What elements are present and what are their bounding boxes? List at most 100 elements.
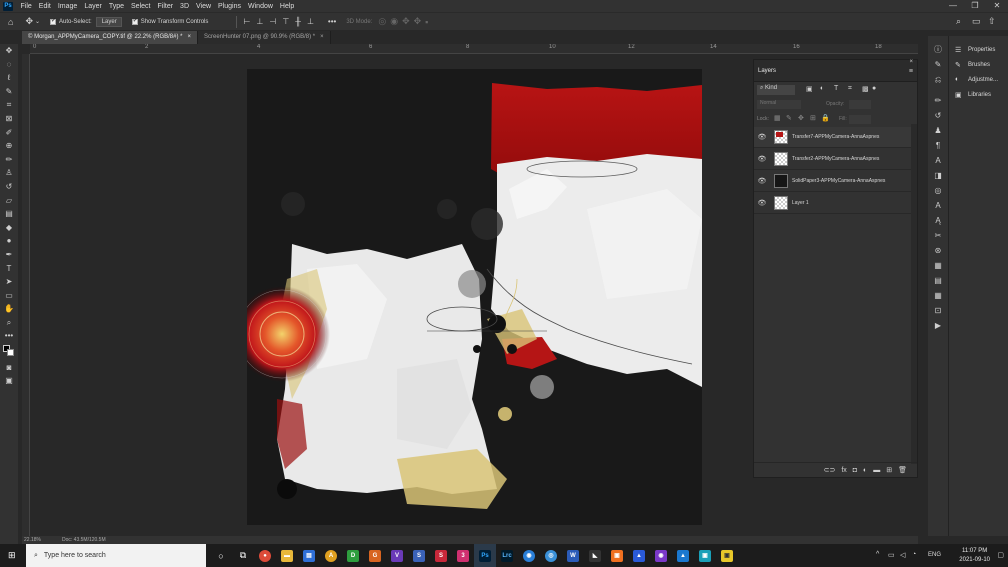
menu-3d[interactable]: 3D (177, 3, 193, 10)
menu-filter[interactable]: Filter (154, 3, 177, 10)
document-canvas[interactable] (247, 69, 702, 525)
layer-row-transfer2[interactable]: 👁 Transfer2-APPMyCamera-AnnaAspnes (754, 149, 912, 170)
taskbar-search-box[interactable]: ⌕ Type here to search (26, 544, 206, 567)
lock-position-icon[interactable]: ✥ (798, 114, 804, 122)
close-tab-icon[interactable]: × (320, 34, 324, 40)
align-bottom-icon[interactable]: ⊥ (307, 17, 314, 26)
move-tool-icon[interactable]: ✥ (25, 16, 33, 27)
app-icon-a[interactable]: A (320, 544, 342, 567)
menu-window[interactable]: Window (245, 3, 277, 10)
tab-screenhunter[interactable]: ScreenHunter 07.png @ 90.9% (RGB/8) * × (197, 31, 331, 44)
layer-name[interactable]: Transfer7-APPMyCamera-AnnaAspnes (792, 134, 879, 140)
stamp-tool-icon[interactable]: ♙ (0, 166, 18, 180)
lightroom-classic-icon[interactable]: Lrc (496, 544, 518, 567)
app-icon-blue[interactable]: ▤ (298, 544, 320, 567)
share-icon[interactable]: ⇧ (988, 16, 996, 27)
clock[interactable]: 11:07 PM 2021-09-10 (959, 547, 990, 565)
network-icon[interactable]: ▭ (888, 551, 895, 559)
app-icon-dark[interactable]: ◣ (584, 544, 606, 567)
adjustments-panel-tab[interactable]: ◐ Adjustme... (949, 72, 1008, 87)
close-icon[interactable]: × (909, 59, 913, 65)
app-icon-yellow[interactable]: ▣ (716, 544, 738, 567)
auto-select-checkbox[interactable] (50, 17, 56, 25)
gradient-tool-icon[interactable]: ▤ (0, 207, 18, 221)
paths-icon[interactable]: Ą (928, 213, 948, 228)
app-icon-purple[interactable]: ◉ (650, 544, 672, 567)
auto-select-option[interactable]: Auto-Select: (50, 17, 92, 25)
language-indicator[interactable]: ENG (928, 552, 941, 558)
zoom-level[interactable]: 22.18% (24, 537, 41, 543)
wifi-icon[interactable]: ◔ (912, 551, 916, 558)
app-icon-s[interactable]: S (408, 544, 430, 567)
clone-source-icon[interactable]: ⎌ (928, 72, 948, 87)
filter-type-icon[interactable]: T (834, 85, 838, 92)
close-tab-icon[interactable]: × (187, 34, 191, 40)
color-swatches[interactable] (0, 343, 18, 357)
app-icon-triangle[interactable]: ▲ (628, 544, 650, 567)
lasso-tool-icon[interactable]: ℓ (0, 71, 18, 85)
opacity-field[interactable] (849, 100, 871, 109)
table-icon[interactable]: ▦ (928, 288, 948, 303)
channels-icon[interactable]: ⊛ (928, 243, 948, 258)
layer-name[interactable]: SolidPaper3-APPMyCamera-AnnaAspnes (792, 178, 885, 184)
app-icon-globe[interactable]: ◎ (540, 544, 562, 567)
add-mask-icon[interactable]: ◘ (853, 467, 857, 474)
color-icon[interactable]: ◎ (928, 183, 948, 198)
3d-icon[interactable]: ⊡ (928, 303, 948, 318)
fill-field[interactable] (849, 115, 871, 124)
layer-filter-dropdown[interactable]: ⌕ Kind (757, 85, 795, 95)
zoom-tool-icon[interactable]: ⌕ (0, 316, 18, 330)
delete-layer-icon[interactable]: 🗑 (898, 466, 907, 474)
styles-icon[interactable]: ▤ (928, 273, 948, 288)
quick-mask-icon[interactable]: ◙ (0, 361, 18, 375)
filter-adjustment-icon[interactable]: ◐ (820, 85, 824, 92)
chevron-down-icon[interactable]: ⌄ (35, 18, 40, 25)
new-group-icon[interactable]: ▬ (873, 467, 880, 474)
align-center-icon[interactable]: ⊥ (256, 17, 263, 26)
auto-select-dropdown[interactable]: Layer (95, 16, 122, 27)
notifications-icon[interactable]: ▢ (997, 551, 1004, 559)
panel-menu-icon[interactable]: ≡ (909, 68, 913, 75)
menu-help[interactable]: Help (276, 3, 297, 10)
app-icon-photos[interactable]: ▲ (672, 544, 694, 567)
rectangle-tool-icon[interactable]: ▭ (0, 289, 18, 303)
lock-transparency-icon[interactable]: ▦ (774, 114, 781, 122)
windows-start-icon[interactable]: ⊞ (8, 550, 16, 561)
menu-edit[interactable]: Edit (35, 3, 54, 10)
home-icon[interactable]: ⌂ (8, 17, 13, 27)
brush-tool-icon[interactable]: ✏ (0, 153, 18, 167)
type-tool-icon[interactable]: T (0, 262, 18, 276)
character-style-icon[interactable]: A (928, 153, 948, 168)
brush-settings-icon[interactable]: ✏ (928, 93, 948, 108)
screen-mode-icon[interactable]: ▣ (0, 374, 18, 388)
layers-scrollbar[interactable] (911, 124, 917, 464)
layer-row-solidpaper3[interactable]: 👁 SolidPaper3-APPMyCamera-AnnaAspnes (754, 171, 912, 192)
layers-panel-title[interactable]: Layers (758, 68, 776, 74)
grid-icon[interactable]: ▦ (928, 258, 948, 273)
app-icon-g[interactable]: G (364, 544, 386, 567)
app-icon-shield[interactable]: D (342, 544, 364, 567)
character-icon[interactable]: ♟ (928, 123, 948, 138)
tray-chevron-icon[interactable]: ^ (876, 551, 879, 558)
new-layer-icon[interactable]: ⊞ (886, 466, 892, 474)
align-middle-icon[interactable]: ╫ (295, 17, 301, 26)
menu-file[interactable]: File (17, 3, 35, 10)
frame-tool-icon[interactable]: ⊠ (0, 112, 18, 126)
cortana-icon[interactable]: ○ (210, 544, 232, 567)
blend-mode-dropdown[interactable]: Normal (757, 100, 801, 109)
menu-type[interactable]: Type (105, 3, 127, 10)
app-icon-red-s[interactable]: S (430, 544, 452, 567)
layer-row-layer1[interactable]: 👁 Layer 1 (754, 193, 912, 214)
app-icon-teal[interactable]: ▣ (694, 544, 716, 567)
lock-artboard-icon[interactable]: ⊞ (810, 114, 816, 122)
paragraph-style-icon[interactable]: ¶ (928, 138, 948, 153)
layer-row-transfer7[interactable]: 👁 Transfer7-APPMyCamera-AnnaAspnes (754, 127, 912, 148)
visibility-eye-icon[interactable]: 👁 (754, 155, 770, 163)
filter-toggle-icon[interactable]: ● (872, 85, 876, 92)
visibility-eye-icon[interactable]: 👁 (754, 177, 770, 185)
brushes-panel-tab[interactable]: ✎ Brushes (949, 57, 1008, 72)
blur-tool-icon[interactable]: ◆ (0, 221, 18, 235)
hand-tool-icon[interactable]: ✋ (0, 302, 18, 316)
chrome-icon[interactable]: ● (254, 544, 276, 567)
file-explorer-icon[interactable]: ▬ (276, 544, 298, 567)
